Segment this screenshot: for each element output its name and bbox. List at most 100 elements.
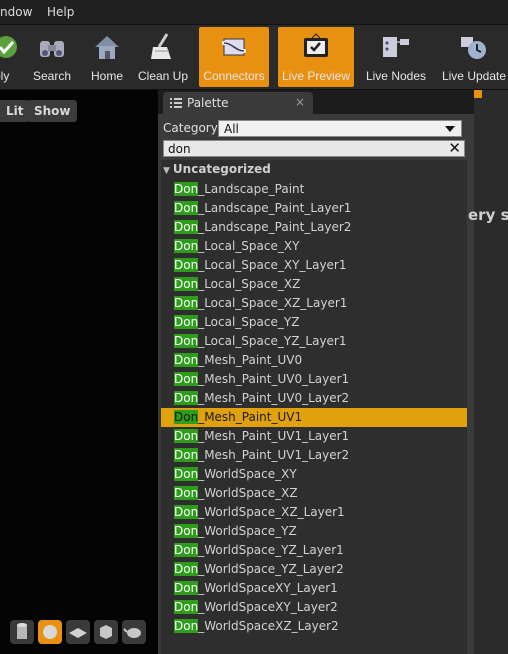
clear-search-icon[interactable]: ✕ (448, 139, 461, 157)
list-item[interactable]: Don_Landscape_Paint_Layer1 (161, 199, 467, 218)
list-item-suffix: _Local_Space_XY_Layer1 (198, 258, 347, 272)
list-item-label: Don_Mesh_Paint_UV0 (174, 351, 302, 370)
list-item-label: Don_Local_Space_XY_Layer1 (174, 256, 347, 275)
home-button[interactable]: Home (84, 27, 130, 87)
list-item-label: Don_WorldSpace_XY (174, 465, 297, 484)
list-item-suffix: _WorldSpaceXY_Layer1 (198, 581, 338, 595)
list-item-label: Don_WorldSpaceXY_Layer2 (174, 598, 338, 617)
list-item-suffix: _WorldSpace_XZ (198, 486, 298, 500)
list-item-label: Don_Local_Space_XZ_Layer1 (174, 294, 347, 313)
list-item[interactable]: Don_WorldSpace_YZ (161, 522, 467, 541)
search-match-highlight: Don (174, 619, 199, 633)
list-item[interactable]: Don_Mesh_Paint_UV1 (161, 408, 467, 427)
list-item-label: Don_WorldSpace_YZ_Layer1 (174, 541, 344, 560)
tv-icon (304, 33, 328, 57)
live-update-button[interactable]: Live Update (438, 27, 508, 87)
list-item-suffix: _WorldSpace_YZ_Layer1 (198, 543, 344, 557)
menu-window[interactable]: ndow (0, 5, 32, 19)
search-match-highlight: Don (174, 448, 199, 462)
list-item-label: Don_Mesh_Paint_UV1 (174, 408, 302, 427)
preview-viewport[interactable]: Lit Show (0, 90, 158, 654)
list-item-label: Don_Mesh_Paint_UV1_Layer2 (174, 446, 349, 465)
list-item-label: Don_Landscape_Paint (174, 180, 304, 199)
lit-button[interactable]: Lit (0, 100, 30, 122)
list-item[interactable]: Don_Local_Space_YZ_Layer1 (161, 332, 467, 351)
show-button[interactable]: Show (28, 100, 77, 122)
palette-items: Don_Landscape_Paint Don_Landscape_Paint_L… (161, 180, 467, 636)
live-nodes-button[interactable]: Live Nodes (362, 27, 430, 87)
cylinder-icon[interactable] (10, 620, 34, 644)
group-uncategorized[interactable]: ▼ Uncategorized (163, 162, 271, 176)
list-item[interactable]: Don_WorldSpaceXY_Layer2 (161, 598, 467, 617)
connectors-button[interactable]: Connectors (199, 27, 269, 87)
teapot-icon[interactable] (122, 620, 146, 644)
list-item[interactable]: Don_WorldSpace_XZ (161, 484, 467, 503)
list-item-suffix: _Mesh_Paint_UV1_Layer2 (198, 448, 350, 462)
list-item[interactable]: Don_Local_Space_YZ (161, 313, 467, 332)
search-input[interactable]: don ✕ (163, 139, 465, 157)
search-match-highlight: Don (174, 543, 199, 557)
search-button[interactable]: Search (28, 27, 76, 87)
list-item[interactable]: Don_WorldSpace_XY (161, 465, 467, 484)
plane-icon[interactable] (66, 620, 90, 644)
live-preview-button[interactable]: Live Preview (278, 27, 354, 87)
list-item[interactable]: Don_Mesh_Paint_UV0_Layer2 (161, 389, 467, 408)
list-item-suffix: _WorldSpace_YZ_Layer2 (198, 562, 344, 576)
list-item-label: Don_WorldSpace_YZ_Layer2 (174, 560, 344, 579)
list-item-suffix: _Mesh_Paint_UV0_Layer1 (198, 372, 350, 386)
search-match-highlight: Don (174, 353, 199, 367)
tab-palette[interactable]: Palette × (163, 92, 313, 114)
list-item[interactable]: Don_WorldSpace_YZ_Layer1 (161, 541, 467, 560)
search-match-highlight: Don (174, 429, 199, 443)
search-match-highlight: Don (174, 524, 199, 538)
material-graph[interactable]: ery s (468, 90, 508, 654)
sphere-icon[interactable] (38, 620, 62, 644)
list-item-suffix: _Mesh_Paint_UV1 (198, 410, 303, 424)
list-item[interactable]: Don_Landscape_Paint (161, 180, 467, 199)
search-match-highlight: Don (174, 505, 199, 519)
search-match-highlight: Don (174, 239, 199, 253)
list-item[interactable]: Don_WorldSpace_XZ_Layer1 (161, 503, 467, 522)
list-item-suffix: _Landscape_Paint_Layer2 (198, 220, 352, 234)
clean-up-button[interactable]: Clean Up (136, 27, 190, 87)
category-label: Category: (163, 121, 221, 135)
list-item[interactable]: Don_WorldSpaceXZ_Layer2 (161, 617, 467, 636)
search-match-highlight: Don (174, 410, 199, 424)
list-item[interactable]: Don_Mesh_Paint_UV1_Layer2 (161, 446, 467, 465)
list-item-suffix: _WorldSpace_XY (198, 467, 297, 481)
list-item-label: Don_Local_Space_XZ (174, 275, 300, 294)
list-item[interactable]: Don_Mesh_Paint_UV1_Layer1 (161, 427, 467, 446)
palette-list: ▼ Uncategorized Don_Landscape_Paint Don_La… (161, 160, 467, 654)
chevron-down-icon (445, 126, 455, 132)
search-match-highlight: Don (174, 220, 199, 234)
list-item[interactable]: Don_Mesh_Paint_UV0 (161, 351, 467, 370)
list-item-suffix: _WorldSpace_YZ (198, 524, 297, 538)
list-item[interactable]: Don_WorldSpaceXY_Layer1 (161, 579, 467, 598)
menu-help[interactable]: Help (47, 5, 74, 19)
expand-arrow-icon: ▼ (163, 166, 170, 176)
list-item-suffix: _Local_Space_XY (198, 239, 300, 253)
search-match-highlight: Don (174, 467, 199, 481)
category-dropdown[interactable]: All (218, 120, 462, 137)
search-match-highlight: Don (174, 334, 199, 348)
close-icon[interactable]: × (295, 95, 305, 109)
list-item[interactable]: Don_Local_Space_XZ (161, 275, 467, 294)
list-item[interactable]: Don_Local_Space_XY (161, 237, 467, 256)
list-item[interactable]: Don_Local_Space_XZ_Layer1 (161, 294, 467, 313)
list-item[interactable]: Don_WorldSpace_YZ_Layer2 (161, 560, 467, 579)
list-item[interactable]: Don_Landscape_Paint_Layer2 (161, 218, 467, 237)
list-item-suffix: _WorldSpaceXY_Layer2 (198, 600, 338, 614)
list-item[interactable]: Don_Local_Space_XY_Layer1 (161, 256, 467, 275)
list-item-label: Don_Mesh_Paint_UV0_Layer1 (174, 370, 349, 389)
cube-icon[interactable] (94, 620, 118, 644)
home-icon (95, 36, 119, 59)
category-value: All (224, 122, 239, 136)
apply-button[interactable]: ply (0, 27, 18, 87)
list-item[interactable]: Don_Mesh_Paint_UV0_Layer1 (161, 370, 467, 389)
search-match-highlight: Don (174, 277, 199, 291)
toolbar: ply Search Home Clean Up Connectors Live… (0, 25, 508, 90)
list-item-label: Don_WorldSpace_XZ_Layer1 (174, 503, 345, 522)
list-item-label: Don_WorldSpace_YZ (174, 522, 297, 541)
list-item-label: Don_WorldSpaceXY_Layer1 (174, 579, 338, 598)
menu-bar: ndow Help (0, 0, 508, 25)
